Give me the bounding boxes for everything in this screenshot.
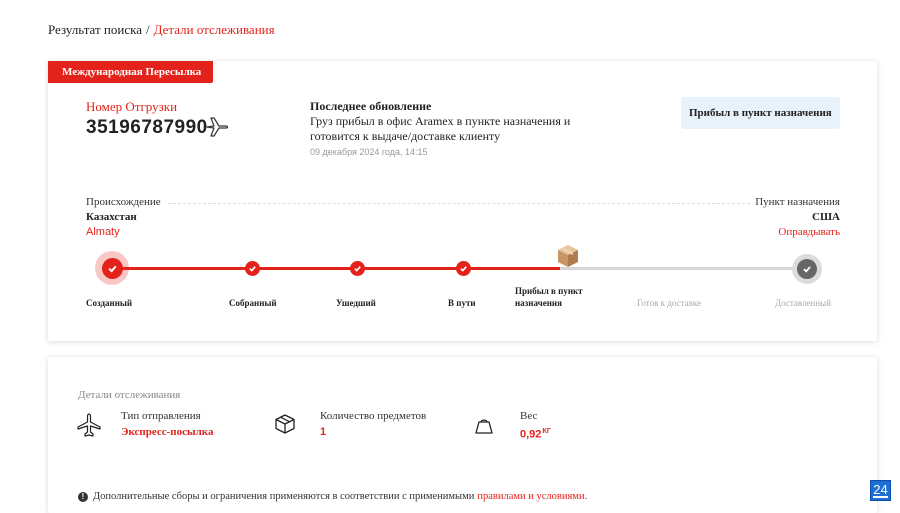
- tracking-details-title: Детали отслеживания: [78, 389, 181, 401]
- info-icon: !: [78, 491, 88, 502]
- detail-shipment-type-value: Экспресс-посылка: [121, 426, 214, 438]
- origin-label: Происхождение: [86, 196, 161, 208]
- step-label-ready: Готов к доставке: [637, 298, 701, 308]
- weight-icon: [475, 419, 493, 434]
- detail-item-count-label: Количество предметов: [320, 410, 427, 422]
- last-update-title: Последнее обновление: [310, 99, 432, 113]
- plane-icon: [206, 117, 229, 137]
- check-icon: [354, 266, 361, 272]
- step-label-delivered: Доставленный: [775, 298, 832, 308]
- last-update: Последнее обновление Груз прибыл в офис …: [310, 99, 610, 160]
- check-icon: [108, 265, 117, 272]
- step-label-arrived-line2: назначения: [515, 298, 562, 308]
- fees-note-text: Дополнительные сборы и ограничения приме…: [93, 491, 475, 502]
- status-badge: Прибыл в пункт назначения: [681, 97, 840, 129]
- step-dot-departed: [350, 261, 365, 276]
- breadcrumb-current: Детали отслеживания: [153, 22, 275, 37]
- plane-icon: [77, 413, 101, 437]
- step-dot-created: [95, 251, 129, 285]
- detail-item-count-value: 1: [320, 426, 327, 438]
- check-icon: [803, 266, 811, 273]
- fees-note: ! Дополнительные сборы и ограничения при…: [78, 491, 587, 502]
- step-label-collected: Собранный: [229, 298, 277, 308]
- step-label-departed: Ушедший: [336, 298, 376, 308]
- check-icon: [249, 266, 256, 272]
- step-dot-in-transit: [456, 261, 471, 276]
- last-update-date: 09 декабря 2024 года, 14:15: [310, 147, 428, 157]
- step-label-arrived-line1: Прибыл в пункт: [515, 286, 583, 296]
- shipment-number-label: Номер Отгрузки: [86, 99, 178, 114]
- shipment-number: 35196787990: [86, 117, 208, 138]
- last-update-text: Груз прибыл в офис Aramex в пункте назна…: [310, 114, 571, 143]
- corner-badge[interactable]: 24: [870, 480, 891, 501]
- destination-city: Оправдывать: [778, 226, 840, 238]
- progress-line-completed: [112, 267, 560, 270]
- terms-link[interactable]: правилами и условиями.: [477, 491, 587, 502]
- shipment-card: Международная Пересылка Номер Отгрузки 3…: [48, 61, 877, 341]
- destination: Пункт назначения США Оправдывать: [755, 195, 840, 240]
- step-dot-collected: [245, 261, 260, 276]
- detail-shipment-type: Тип отправления Экспресс-посылка: [121, 408, 213, 440]
- destination-country: США: [812, 211, 840, 223]
- step-dot-delivered: [792, 254, 822, 284]
- shipment-type-tag: Международная Пересылка: [48, 61, 214, 83]
- detail-weight-label: Вес: [520, 410, 538, 422]
- origin-country: Казахстан: [86, 211, 137, 223]
- check-icon: [460, 266, 467, 272]
- step-label-arrived: Прибыл в пункт назначения: [515, 285, 583, 309]
- package-icon: [558, 245, 578, 267]
- origin: Происхождение Казахстан Almaty: [86, 195, 161, 240]
- breadcrumb-separator: /: [145, 22, 150, 37]
- progress-line-pending: [560, 267, 810, 270]
- weight-unit: КГ: [542, 428, 551, 435]
- step-label-created: Созданный: [86, 298, 133, 308]
- route-divider: [168, 203, 750, 204]
- weight-value: 0,92: [520, 428, 542, 441]
- breadcrumb: Результат поиска / Детали отслеживания: [48, 22, 275, 38]
- origin-city: Almaty: [86, 226, 120, 238]
- tracking-details-card: Детали отслеживания Тип отправления Эксп…: [48, 357, 877, 513]
- detail-item-count: Количество предметов 1: [320, 408, 426, 440]
- step-label-in-transit: В пути: [448, 298, 476, 308]
- package-icon: [275, 414, 295, 434]
- detail-weight: Вес 0,92КГ: [520, 408, 551, 443]
- detail-shipment-type-label: Тип отправления: [121, 410, 201, 422]
- breadcrumb-parent[interactable]: Результат поиска: [48, 22, 142, 37]
- destination-label: Пункт назначения: [755, 196, 840, 208]
- detail-weight-value: 0,92КГ: [520, 424, 551, 443]
